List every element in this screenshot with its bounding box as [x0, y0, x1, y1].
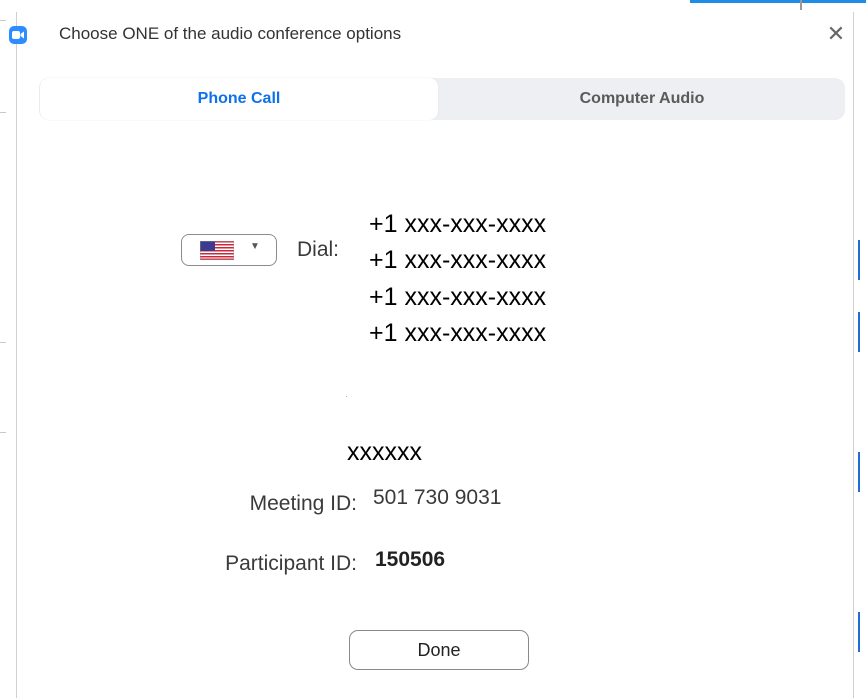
- background-window-right-edge: [853, 12, 866, 698]
- edge-mark: [0, 112, 6, 113]
- chevron-down-icon: ▼: [250, 241, 260, 252]
- background-window-tick: [800, 0, 802, 10]
- participant-id-value: 150506: [375, 548, 446, 571]
- background-window-left-edge: [0, 12, 17, 698]
- audio-option-tabs: Phone Call Computer Audio: [39, 78, 845, 120]
- done-button[interactable]: Done: [349, 630, 529, 670]
- close-button[interactable]: ✕: [825, 22, 847, 46]
- dial-label: Dial:: [297, 238, 340, 261]
- country-dropdown[interactable]: ▼: [181, 234, 277, 266]
- dial-in-number: +1 xxx-xxx-xxxx: [369, 319, 547, 347]
- tab-phone-call[interactable]: Phone Call: [40, 78, 438, 120]
- tab-computer-audio[interactable]: Computer Audio: [439, 78, 845, 120]
- meeting-id-label: Meeting ID:: [249, 492, 357, 515]
- dial-in-number: +1 xxx-xxx-xxxx: [369, 210, 547, 238]
- edge-blue-mark: [858, 452, 860, 492]
- edge-blue-mark: [858, 612, 860, 652]
- dial-in-number: +1 xxx-xxx-xxxx: [369, 283, 547, 311]
- audio-conference-window: Choose ONE of the audio conference optio…: [0, 0, 866, 698]
- dialog-title: Choose ONE of the audio conference optio…: [59, 24, 402, 43]
- edge-blue-mark: [858, 312, 860, 352]
- background-window-accent-line: [690, 0, 866, 3]
- meeting-id-value: 501 730 9031: [373, 486, 502, 509]
- zoom-app-icon: [9, 26, 27, 44]
- dial-in-number: +1 xxx-xxx-xxxx: [369, 246, 547, 274]
- edge-mark: [0, 342, 6, 343]
- redacted-code: xxxxxx: [347, 438, 422, 466]
- audio-options-dialog: Choose ONE of the audio conference optio…: [9, 12, 853, 698]
- edge-blue-mark: [858, 240, 860, 280]
- edge-mark: [0, 432, 6, 433]
- us-flag-icon: [200, 241, 234, 260]
- separator-dot: [346, 396, 347, 397]
- edge-mark: [0, 20, 6, 21]
- close-icon: ✕: [826, 21, 846, 46]
- dialog-titlebar[interactable]: Choose ONE of the audio conference optio…: [9, 12, 853, 56]
- participant-id-label: Participant ID:: [225, 552, 357, 575]
